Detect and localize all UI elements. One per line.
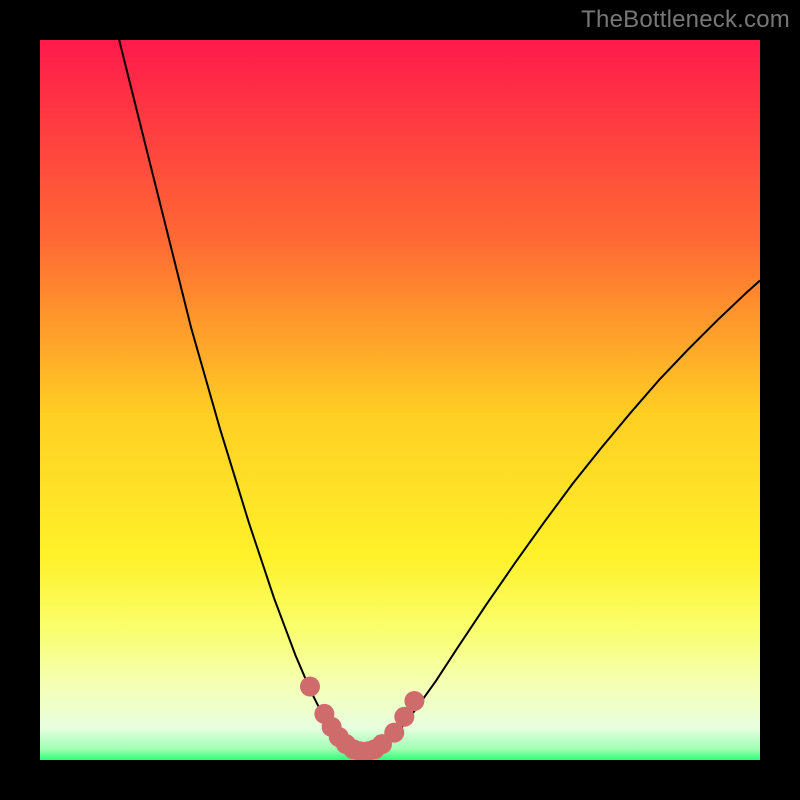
gradient-background — [40, 40, 760, 760]
chart-frame: TheBottleneck.com — [0, 0, 800, 800]
plot-area — [40, 40, 760, 760]
curve-marker — [300, 677, 320, 697]
chart-svg — [40, 40, 760, 760]
watermark-text: TheBottleneck.com — [581, 6, 790, 34]
curve-marker — [404, 691, 424, 711]
